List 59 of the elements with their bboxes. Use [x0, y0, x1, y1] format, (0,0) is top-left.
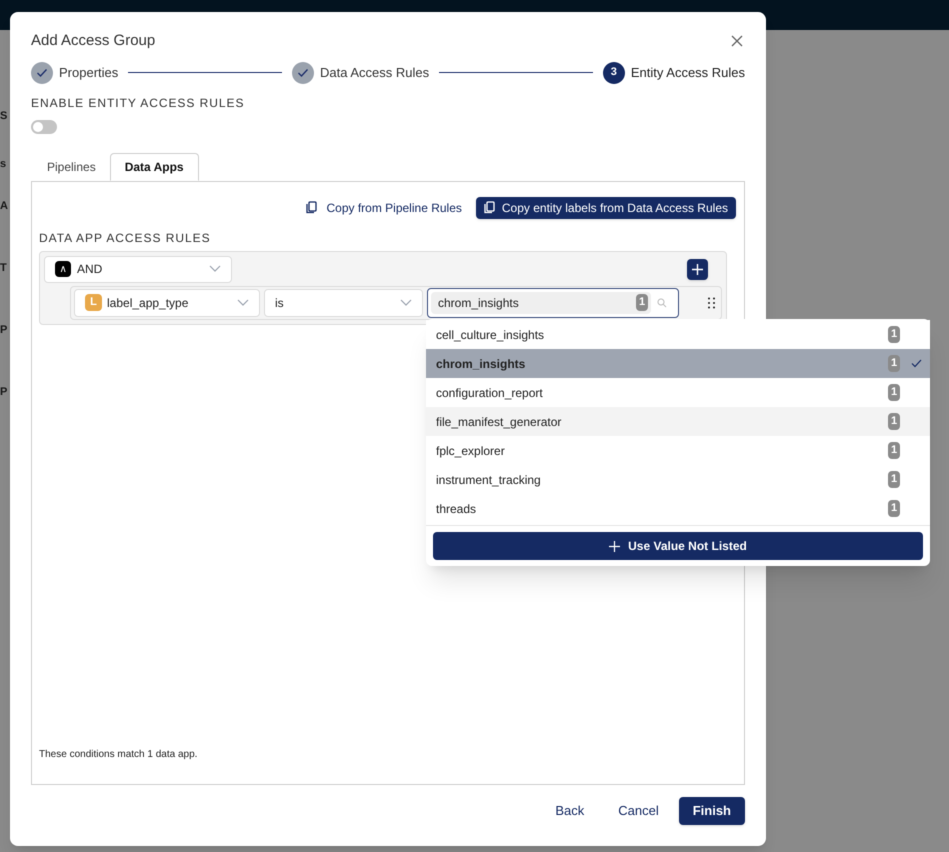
count-badge: 1	[636, 294, 648, 311]
dropdown-option[interactable]: threads 1	[426, 494, 930, 523]
add-icon[interactable]	[687, 258, 708, 280]
background-text: s	[0, 157, 6, 172]
close-icon[interactable]	[731, 35, 743, 48]
background-text: P	[0, 323, 8, 338]
dialog-title: Add Access Group	[31, 31, 156, 51]
footer-button[interactable]: Back	[541, 796, 598, 824]
chevron-down-icon	[237, 298, 249, 306]
search-icon	[657, 298, 667, 308]
rules-label: DATA APP ACCESS RULES	[39, 230, 212, 246]
count-badge: 1	[888, 326, 900, 343]
field-value: label_app_type	[107, 294, 190, 312]
toggle-switch[interactable]	[31, 120, 57, 134]
finish-button[interactable]: Finish	[678, 796, 745, 824]
comparator-select[interactable]: is	[264, 288, 423, 316]
dropdown-option[interactable]: file_manifest_generator 1	[426, 407, 930, 436]
value-text: chrom_insights	[438, 294, 520, 312]
drag-handle-icon[interactable]	[708, 296, 715, 308]
background-text: A	[0, 199, 8, 214]
label-badge: L	[85, 294, 102, 311]
copy-icon	[484, 201, 495, 214]
footer-button[interactable]: Cancel	[604, 796, 673, 824]
dropdown-option[interactable]: fplc_explorer 1	[426, 436, 930, 465]
dropdown-option[interactable]: cell_culture_insights 1	[426, 320, 930, 349]
count-badge: 1	[888, 384, 900, 401]
step-number: 3	[602, 62, 625, 84]
copy-icon	[306, 201, 318, 214]
operator-badge: ∧	[55, 261, 71, 277]
check-icon	[911, 359, 922, 368]
tab[interactable]: Data Apps	[110, 152, 199, 180]
chevron-down-icon	[400, 298, 412, 306]
count-badge: 1	[888, 471, 900, 488]
use-value-button[interactable]: Use Value Not Listed	[433, 532, 923, 560]
operator-value: AND	[77, 261, 104, 278]
count-badge: 1	[888, 500, 900, 517]
chevron-down-icon	[209, 265, 221, 273]
copy-link[interactable]: Copy from Pipeline Rules	[306, 198, 462, 216]
comparator-value: is	[275, 294, 285, 312]
background-text: T	[0, 261, 7, 276]
count-badge: 1	[888, 355, 900, 372]
step-label: Data Access Rules	[320, 64, 430, 82]
step-label: Properties	[59, 64, 118, 82]
match-summary: These conditions match 1 data app.	[39, 748, 198, 762]
section-label: ENABLE ENTITY ACCESS RULES	[31, 94, 246, 112]
operator-select[interactable]: ∧ AND	[44, 256, 232, 282]
copy-labels-button[interactable]: Copy entity labels from Data Access Rules	[476, 196, 736, 218]
dropdown-option[interactable]: configuration_report 1	[426, 378, 930, 407]
background-text: P	[0, 385, 8, 400]
count-badge: 1	[888, 442, 900, 459]
tab[interactable]: Pipelines	[33, 152, 110, 180]
count-badge: 1	[888, 413, 900, 430]
field-select[interactable]: L label_app_type	[74, 288, 260, 316]
dropdown-option[interactable]: instrument_tracking 1	[426, 465, 930, 494]
plus-icon	[609, 540, 620, 552]
step-label: Entity Access Rules	[630, 64, 746, 82]
value-field[interactable]: chrom_insights 1	[427, 288, 679, 318]
background-text: S	[0, 109, 8, 124]
dropdown-option[interactable]: chrom_insights 1	[426, 349, 930, 378]
